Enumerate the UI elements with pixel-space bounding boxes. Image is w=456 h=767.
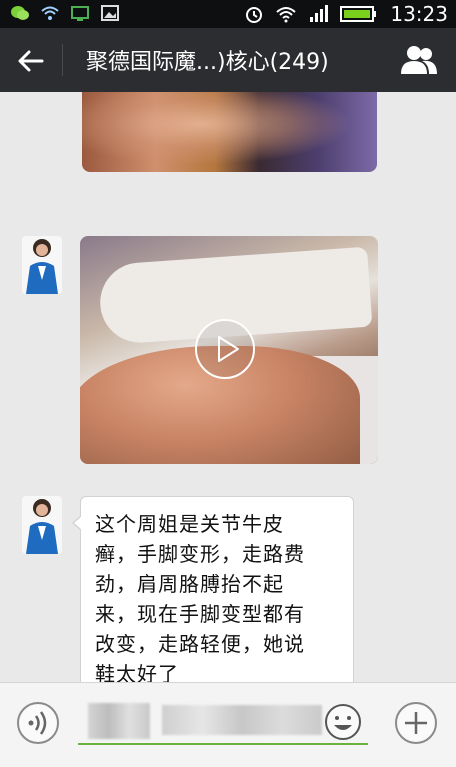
input-bar: [0, 682, 456, 767]
play-icon[interactable]: [194, 318, 256, 380]
status-time: 13:23: [390, 2, 448, 26]
message-input[interactable]: [88, 703, 150, 739]
input-underline: [78, 743, 368, 745]
avatar[interactable]: [22, 236, 62, 294]
message-line: 这个周姐是关节牛皮: [95, 512, 284, 536]
image-message[interactable]: [82, 92, 377, 172]
cell-signal-icon: [310, 5, 329, 22]
avatar[interactable]: [22, 496, 62, 554]
plus-icon[interactable]: [394, 701, 438, 745]
chat-header: 聚德国际魔...)核心(249): [0, 28, 456, 92]
chat-title: 聚德国际魔...)核心(249): [86, 50, 329, 75]
group-members-icon[interactable]: [400, 44, 438, 76]
message-text: 这个周姐是关节牛皮 癣，手脚变形，走路费 劲，肩周胳膊抬不起 来，现在手脚变型都…: [95, 509, 341, 682]
message-line: 癣，手脚变形，走路费: [95, 542, 305, 566]
voice-input-icon[interactable]: [16, 701, 60, 745]
wechat-icon: [11, 6, 29, 20]
wifi-signal-icon: [276, 7, 297, 23]
message-line: 改变，走路轻便，她说: [95, 632, 305, 656]
status-bar: 13:23: [0, 0, 456, 28]
video-message[interactable]: [80, 236, 378, 464]
screen-icon: [71, 6, 89, 21]
battery-icon: [340, 6, 377, 22]
alarm-icon: [246, 7, 263, 23]
message-input-content: [162, 705, 322, 735]
header-divider: [62, 44, 63, 76]
chat-message-list[interactable]: 这个周姐是关节牛皮 癣，手脚变形，走路费 劲，肩周胳膊抬不起 来，现在手脚变型都…: [0, 92, 456, 682]
wifi-icon: [41, 6, 59, 20]
text-message-bubble[interactable]: 这个周姐是关节牛皮 癣，手脚变形，走路费 劲，肩周胳膊抬不起 来，现在手脚变型都…: [72, 496, 354, 682]
message-line: 鞋太好了: [95, 662, 179, 682]
image-icon: [101, 5, 119, 21]
image-content: [82, 92, 377, 172]
emoji-icon[interactable]: [324, 703, 362, 741]
message-line: 劲，肩周胳膊抬不起: [95, 572, 284, 596]
back-arrow-icon[interactable]: [16, 46, 46, 76]
message-line: 来，现在手脚变型都有: [95, 602, 305, 626]
